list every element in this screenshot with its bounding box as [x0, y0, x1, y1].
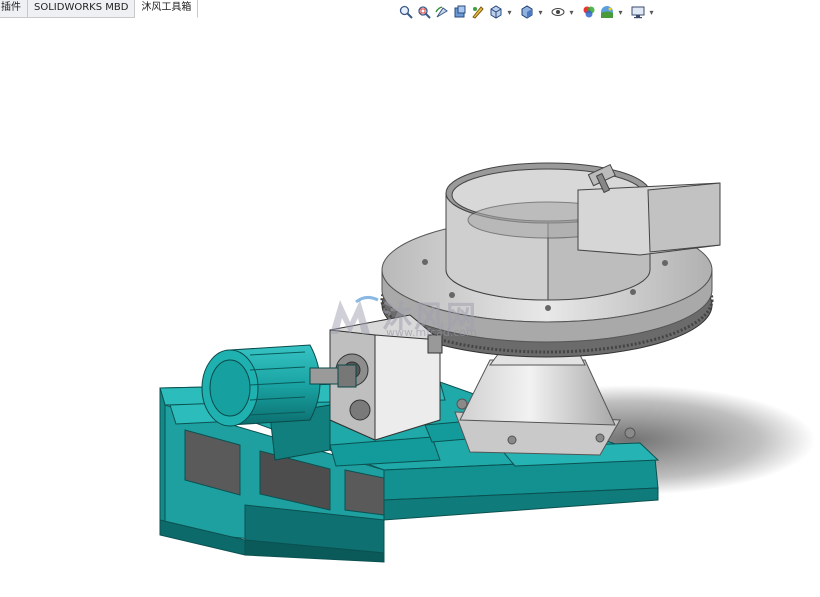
tab-addins[interactable]: 插件 — [0, 0, 28, 17]
zoom-to-area-icon[interactable] — [416, 4, 432, 20]
tab-solidworks-mbd[interactable]: SOLIDWORKS MBD — [28, 0, 136, 17]
dynamic-annotation-icon[interactable] — [470, 4, 486, 20]
graphics-area[interactable]: 沐风网 www.mfcad.com — [0, 22, 820, 594]
display-style-icon[interactable] — [519, 4, 535, 20]
tab-mufeng-toolbox[interactable]: 沐风工具箱 — [135, 0, 199, 18]
edit-appearance-icon[interactable] — [581, 4, 597, 20]
apply-scene-dropdown-icon[interactable]: ▾ — [617, 4, 624, 20]
model-render — [159, 162, 815, 563]
view-settings-dropdown-icon[interactable]: ▾ — [648, 4, 655, 20]
hide-show-dropdown-icon[interactable]: ▾ — [568, 4, 575, 20]
view-orientation-icon[interactable] — [488, 4, 504, 20]
view-settings-icon[interactable] — [630, 4, 646, 20]
command-manager-tabs: 插件 SOLIDWORKS MBD 沐风工具箱 — [0, 0, 199, 18]
zoom-to-fit-icon[interactable] — [398, 4, 414, 20]
section-view-icon[interactable] — [452, 4, 468, 20]
hide-show-items-icon[interactable] — [550, 4, 566, 20]
heads-up-view-toolbar: ▾ ▾ ▾ ▾ ▾ — [398, 3, 659, 21]
apply-scene-icon[interactable] — [599, 4, 615, 20]
view-orientation-dropdown-icon[interactable]: ▾ — [506, 4, 513, 20]
display-style-dropdown-icon[interactable]: ▾ — [537, 4, 544, 20]
previous-view-icon[interactable] — [434, 4, 450, 20]
